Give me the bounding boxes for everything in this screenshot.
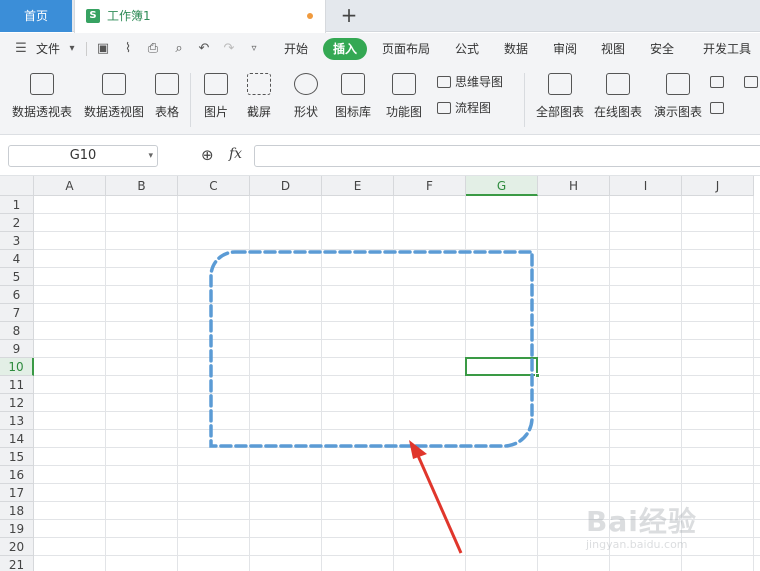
watermark-site: jingyan.baidu.com <box>586 538 688 551</box>
baidu-watermark: Bai经验 jingyan.baidu.com <box>586 500 756 560</box>
annotation-overlay <box>209 250 534 554</box>
watermark-brand: Bai经验 <box>586 505 697 538</box>
dashed-rounded-rectangle[interactable] <box>209 250 534 448</box>
red-arrow-annotation <box>409 440 463 554</box>
